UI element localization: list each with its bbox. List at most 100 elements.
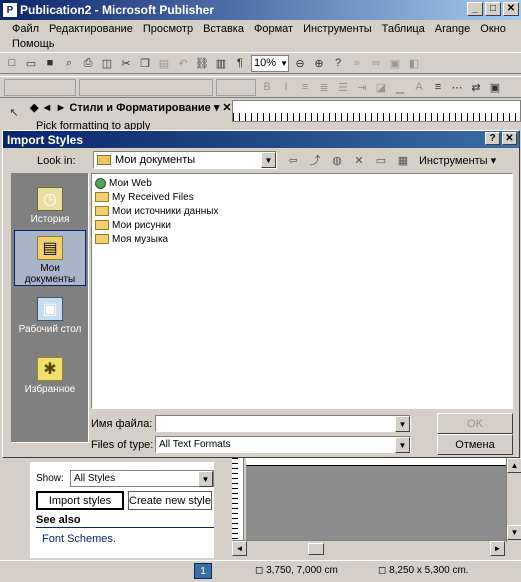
font-color-icon[interactable]: A (411, 79, 427, 95)
toolbar-options-icon[interactable]: » (349, 55, 365, 71)
dialog-help-button[interactable]: ? (485, 132, 500, 145)
bullets-icon[interactable]: ☰ (335, 79, 351, 95)
file-list[interactable]: Мои Web My Received Files Мои источники … (91, 173, 513, 409)
place-favorites[interactable]: ✱ Избранное (14, 352, 86, 408)
fill-color-icon[interactable]: ◪ (373, 79, 389, 95)
up-folder-icon[interactable]: ⤴ (307, 152, 323, 168)
menu-edit[interactable]: Редактирование (49, 22, 133, 36)
new-folder-icon[interactable]: ▭ (373, 152, 389, 168)
align-center-icon[interactable]: ≣ (316, 79, 332, 95)
new-icon[interactable]: □ (4, 55, 20, 71)
places-bar: ◷ История ▤ Мои документы ▣ Рабочий стол… (11, 173, 89, 443)
views-icon[interactable]: ▦ (395, 152, 411, 168)
list-item[interactable]: Мои Web (94, 176, 510, 190)
maximize-button[interactable]: □ (485, 2, 501, 16)
chevron-down-icon[interactable]: ▼ (395, 437, 410, 453)
ok-button[interactable]: OK (437, 413, 513, 434)
select-arrow-icon[interactable]: ↖ (6, 104, 22, 120)
cut-icon[interactable]: ✂ (118, 55, 134, 71)
zoom-in-icon[interactable]: ⊕ (311, 55, 327, 71)
help-icon[interactable]: ? (330, 55, 346, 71)
chevron-down-icon[interactable]: ▼ (198, 471, 213, 487)
minimize-button[interactable]: _ (467, 2, 483, 16)
vertical-scrollbar[interactable]: ▲ ▼ (506, 458, 521, 542)
paragraph-marks-icon[interactable]: ¶ (232, 55, 248, 71)
zoom-out-icon[interactable]: ⊖ (292, 55, 308, 71)
file-name-label: Имя файла: (91, 418, 153, 430)
menu-help[interactable]: Помощь (12, 37, 55, 51)
menu-window[interactable]: Окно (480, 22, 506, 36)
back-icon[interactable]: ⇦ (285, 152, 301, 168)
chevron-up-icon[interactable]: ▲ (507, 458, 521, 473)
chevron-down-icon[interactable]: ▼ (261, 152, 276, 168)
delete-icon[interactable]: ✕ (351, 152, 367, 168)
menu-file[interactable]: Файл (12, 22, 39, 36)
tools-menu[interactable]: Инструменты ▾ (419, 154, 496, 167)
chevron-left-icon[interactable]: ◄ (232, 541, 247, 556)
list-item[interactable]: My Received Files (94, 190, 510, 204)
font-size-combo[interactable] (216, 78, 256, 96)
print-icon[interactable]: ⎙ (80, 55, 96, 71)
insert-hyperlink-icon[interactable]: ⛓ (194, 55, 210, 71)
import-styles-dialog: Import Styles ? ✕ Look in: Мои документы… (2, 130, 520, 458)
place-my-documents[interactable]: ▤ Мои документы (14, 230, 86, 286)
dash-style-icon[interactable]: ⋯ (449, 79, 465, 95)
bold-icon[interactable]: B (259, 79, 275, 95)
chevron-down-icon[interactable]: ▼ (507, 525, 521, 540)
task-pane-scrollbar[interactable] (214, 460, 230, 558)
print-preview-icon[interactable]: ◫ (99, 55, 115, 71)
place-desktop[interactable]: ▣ Рабочий стол (14, 292, 86, 348)
arrow-style-icon[interactable]: ⇄ (468, 79, 484, 95)
align-left-icon[interactable]: ≡ (297, 79, 313, 95)
menu-arrange[interactable]: Arange (435, 22, 470, 36)
layers-icon[interactable]: ◧ (406, 55, 422, 71)
undo-icon[interactable]: ↶ (175, 55, 191, 71)
chevron-down-icon[interactable]: ▼ (395, 416, 410, 432)
menu-table[interactable]: Таблица (382, 22, 425, 36)
menu-insert[interactable]: Вставка (203, 22, 244, 36)
italic-icon[interactable]: I (278, 79, 294, 95)
line-style-icon[interactable]: ≡ (430, 79, 446, 95)
publication-canvas[interactable] (246, 458, 506, 540)
chevron-right-icon[interactable]: ► (490, 541, 505, 556)
menu-tools[interactable]: Инструменты (303, 22, 372, 36)
indent-icon[interactable]: ⇥ (354, 79, 370, 95)
close-window-button[interactable]: ✕ (503, 2, 519, 16)
open-icon[interactable]: ▭ (23, 55, 39, 71)
search-web-icon[interactable]: ◍ (329, 152, 345, 168)
font-schemes-link[interactable]: Font Schemes. (42, 533, 116, 545)
link-icon[interactable]: ∞ (368, 55, 384, 71)
horizontal-scrollbar[interactable]: ◄ ► (232, 540, 506, 556)
menu-bar: Файл Редактирование Просмотр Вставка Фор… (0, 20, 521, 52)
files-of-type-combo[interactable]: All Text Formats ▼ (155, 436, 411, 453)
scroll-thumb[interactable] (308, 543, 324, 555)
columns-icon[interactable]: ▥ (213, 55, 229, 71)
zoom-combo[interactable]: 10% ▼ (251, 54, 289, 72)
folder-icon (95, 220, 109, 230)
font-combo[interactable] (79, 78, 213, 96)
menu-format[interactable]: Формат (254, 22, 293, 36)
dialog-close-button[interactable]: ✕ (502, 132, 517, 145)
import-styles-button[interactable]: Import styles (36, 491, 124, 510)
shadow-icon[interactable]: ▣ (487, 79, 503, 95)
page[interactable] (246, 458, 506, 466)
page-indicator[interactable]: 1 (194, 563, 212, 579)
list-item[interactable]: Мои рисунки (94, 218, 510, 232)
file-name-field[interactable]: ▼ (155, 415, 411, 432)
list-item[interactable]: Мои источники данных (94, 204, 510, 218)
menu-view[interactable]: Просмотр (143, 22, 193, 36)
list-item[interactable]: Моя музыка (94, 232, 510, 246)
cancel-button[interactable]: Отмена (437, 434, 513, 455)
paste-icon[interactable]: ▤ (156, 55, 172, 71)
create-new-style-button[interactable]: Create new style (128, 491, 212, 510)
copy-icon[interactable]: ❐ (137, 55, 153, 71)
text-box-icon[interactable]: ▣ (387, 55, 403, 71)
position-readout: ◻ 3,750, 7,000 cm (255, 565, 338, 576)
see-also-heading: See also (36, 514, 81, 526)
search-files-icon[interactable]: ⌕ (61, 55, 77, 71)
look-in-combo[interactable]: Мои документы ▼ (93, 151, 277, 169)
style-combo[interactable] (4, 78, 76, 96)
show-combo[interactable]: All Styles ▼ (70, 470, 214, 487)
line-color-icon[interactable]: ▁ (392, 79, 408, 95)
save-icon[interactable]: ■ (42, 55, 58, 71)
